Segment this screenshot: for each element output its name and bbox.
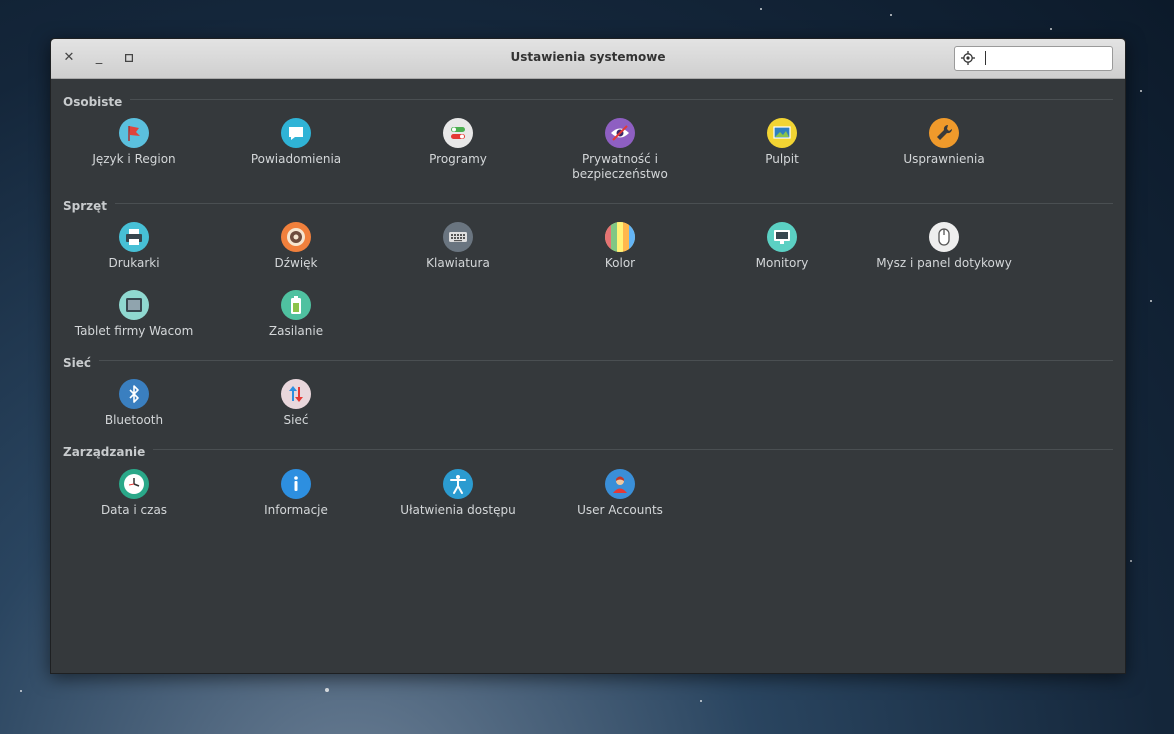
item-wacom-tablet[interactable]: Tablet firmy Wacom (53, 290, 215, 339)
section-label: Zarządzanie (63, 445, 154, 459)
applications-icon (443, 118, 473, 148)
tweaks-wrench-icon (929, 118, 959, 148)
item-date-time[interactable]: Data i czas (53, 469, 215, 518)
user-accounts-icon (605, 469, 635, 499)
item-desktop[interactable]: Pulpit (701, 118, 863, 167)
bluetooth-icon (119, 379, 149, 409)
network-arrows-icon (281, 379, 311, 409)
item-privacy-security[interactable]: Prywatność i bezpieczeństwo (539, 118, 701, 182)
info-icon (281, 469, 311, 499)
item-mouse-touchpad[interactable]: Mysz i panel dotykowy (863, 222, 1025, 271)
item-keyboard[interactable]: Klawiatura (377, 222, 539, 271)
item-notifications[interactable]: Powiadomienia (215, 118, 377, 167)
mouse-icon (929, 222, 959, 252)
wacom-tablet-icon (119, 290, 149, 320)
locate-search-icon (961, 51, 975, 65)
section-label: Sprzęt (63, 199, 116, 213)
section-header-administration: Zarządzanie (63, 441, 1113, 459)
keyboard-icon (443, 222, 473, 252)
notifications-icon (281, 118, 311, 148)
title-bar: ✕ _ Ustawienia systemowe (51, 39, 1125, 79)
privacy-eye-icon (605, 118, 635, 148)
item-monitors[interactable]: Monitory (701, 222, 863, 271)
search-box[interactable] (954, 46, 1113, 71)
sound-speaker-icon (281, 222, 311, 252)
item-color[interactable]: Kolor (539, 222, 701, 271)
language-flag-icon (119, 118, 149, 148)
clock-icon (119, 469, 149, 499)
item-applications[interactable]: Programy (377, 118, 539, 167)
item-accessibility[interactable]: Ułatwienia dostępu (377, 469, 539, 518)
desktop-wallpaper-icon (767, 118, 797, 148)
section-label: Osobiste (63, 95, 131, 109)
item-sound[interactable]: Dźwięk (215, 222, 377, 271)
settings-window: ✕ _ Ustawienia systemowe Osobiste Język … (50, 38, 1126, 674)
item-tweaks[interactable]: Usprawnienia (863, 118, 1025, 167)
section-label: Sieć (63, 356, 100, 370)
color-stripes-icon (605, 222, 635, 252)
section-header-network: Sieć (63, 352, 1113, 370)
section-header-personal: Osobiste (63, 91, 1113, 109)
item-language-region[interactable]: Język i Region (53, 118, 215, 167)
item-about[interactable]: Informacje (215, 469, 377, 518)
printer-icon (119, 222, 149, 252)
power-battery-icon (281, 290, 311, 320)
item-printers[interactable]: Drukarki (53, 222, 215, 271)
item-network[interactable]: Sieć (215, 379, 377, 428)
item-power[interactable]: Zasilanie (215, 290, 377, 339)
search-input[interactable] (983, 49, 1107, 66)
monitor-icon (767, 222, 797, 252)
accessibility-icon (443, 469, 473, 499)
section-header-hardware: Sprzęt (63, 195, 1113, 213)
item-bluetooth[interactable]: Bluetooth (53, 379, 215, 428)
item-user-accounts[interactable]: User Accounts (539, 469, 701, 518)
